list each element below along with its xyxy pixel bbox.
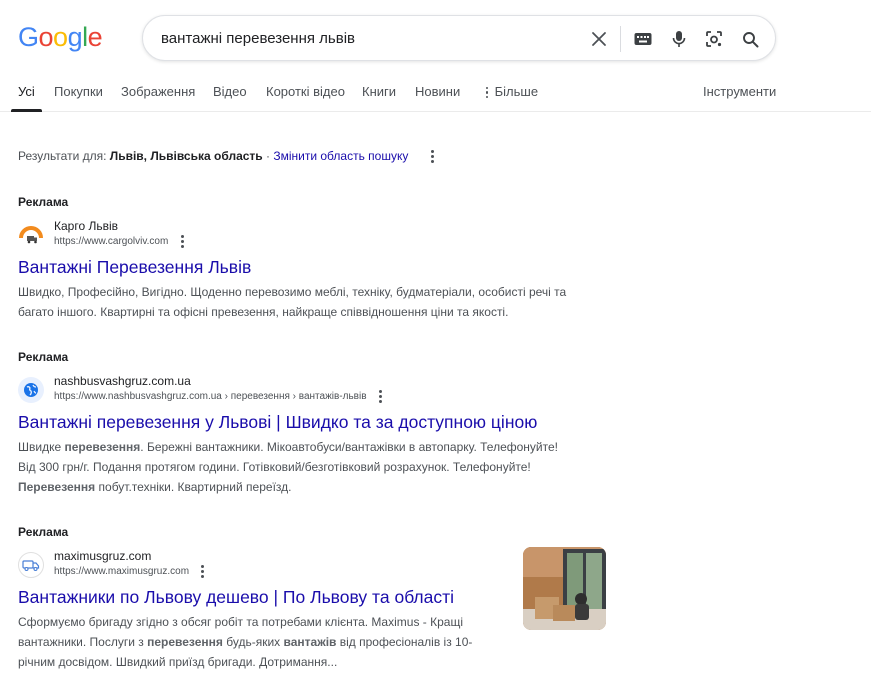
description-text: . Бережні вантажники. Мікоавтобуси/ванта… [140,440,558,454]
ad-label: Реклама [18,350,69,364]
logo-letter: e [87,22,103,52]
description-text: річним досвідом. Швидкий приїзд бригади.… [18,655,338,669]
ad-result-2: Реклама nashbusvashgruz.com.ua https://w… [18,350,618,497]
search-tabs: Усі Покупки Зображення Відео Короткі від… [0,78,871,112]
description-text: побут.техніки. Квартирний переїзд. [95,480,292,494]
ad-label: Реклама [18,195,69,209]
region-more-icon[interactable] [428,150,438,164]
description-text: Швидке [18,440,65,454]
region-location: Львів, Львівська область [109,149,263,163]
keyboard-icon[interactable] [633,29,653,49]
delivery-truck-icon [18,552,44,578]
active-tab-indicator [11,109,42,112]
ad-url: https://www.maximusgruz.com [54,565,208,578]
description-text: Сформуємо бригаду згідно з обсяг робіт т… [18,615,463,629]
region-notice: Результати для: Львів, Львівська область… [18,149,438,164]
description-text: будь-яких [222,635,284,649]
ad-description: Швидко, Професійно, Вигідно. Щоденно пер… [18,282,618,322]
logo-letter: G [18,22,39,52]
change-region-link[interactable]: Змінити область пошуку [273,149,408,163]
search-divider [620,26,621,52]
ad-description-line: Швидко, Професійно, Вигідно. Щоденно пер… [18,285,567,299]
search-input[interactable]: вантажні перевезення львів [161,30,355,47]
ad-result-1: Реклама Карго Львів https://www.cargolvi… [18,195,618,322]
ad-more-icon[interactable] [375,390,385,403]
ad-url: https://www.cargolviv.com [54,235,187,248]
tools-button[interactable]: Інструменти [703,84,776,99]
tab-more[interactable]: Більше [483,84,538,99]
ad-site-name: Карго Львів [54,219,119,233]
description-text: від професіоналів із 10- [336,635,473,649]
more-vert-icon [483,86,491,99]
tab-videos[interactable]: Відео [213,84,247,99]
region-separator: · [266,149,271,163]
ad-thumbnail-image[interactable] [523,547,606,630]
clear-icon[interactable] [589,29,609,49]
ad-description: Швидке перевезення. Бережні вантажники. … [18,437,618,497]
ad-title-link[interactable]: Вантажні Перевезення Львів [18,256,618,278]
tab-more-label: Більше [494,84,539,99]
tab-short-videos[interactable]: Короткі відео [266,84,345,99]
search-box[interactable]: вантажні перевезення львів [142,15,776,61]
description-text: Від 300 грн/г. Подання протягом години. … [18,460,531,474]
tab-books[interactable]: Книги [362,84,396,99]
search-icon[interactable] [740,29,760,49]
logo-letter: g [67,22,83,52]
description-text: вантажники. Послуги з [18,635,148,649]
cargo-truck-logo-icon [18,222,44,248]
tab-news[interactable]: Новини [415,84,460,99]
ad-site-name: maximusgruz.com [54,549,152,563]
ad-site-name: nashbusvashgruz.com.ua [54,374,191,388]
highlighted-keyword: перевезення [64,440,141,454]
microphone-icon[interactable] [669,29,689,49]
globe-icon [18,377,44,403]
logo-letter: o [53,22,68,52]
ad-url-text: https://www.maximusgruz.com [54,566,190,578]
ad-source[interactable]: Карго Львів https://www.cargolviv.com [18,219,618,249]
ad-more-icon[interactable] [177,235,187,248]
tab-images[interactable]: Зображення [121,84,195,99]
logo-letter: o [38,22,54,52]
highlighted-keyword: перевезення [147,635,223,649]
ad-url: https://www.nashbusvashgruz.com.ua › пер… [54,390,385,403]
ad-title-link[interactable]: Вантажні перевезення у Львові | Швидко т… [18,411,618,433]
ad-more-icon[interactable] [198,565,208,578]
tab-shopping[interactable]: Покупки [54,84,103,99]
ad-url-text: https://www.cargolviv.com [54,236,169,248]
highlighted-keyword: вантажів [283,635,337,649]
ad-description-line: багато іншого. Квартирні та офісні преве… [18,305,509,319]
ad-label: Реклама [18,525,69,539]
region-prefix: Результати для: [18,149,107,163]
highlighted-keyword: Перевезення [18,480,96,494]
google-logo[interactable]: Google [18,22,103,52]
ad-source[interactable]: nashbusvashgruz.com.ua https://www.nashb… [18,374,618,404]
ad-url-text: https://www.nashbusvashgruz.com.ua › пер… [54,391,367,403]
lens-camera-icon[interactable] [704,29,724,49]
tab-all[interactable]: Усі [18,84,35,99]
